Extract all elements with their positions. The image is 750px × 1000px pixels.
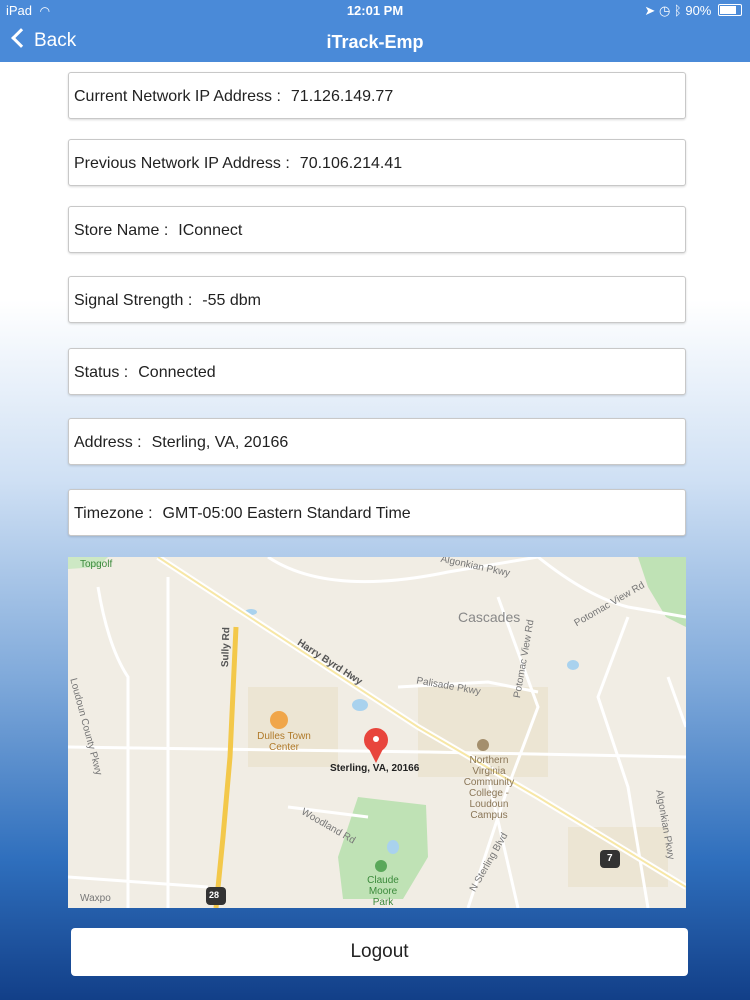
current-ip-field: Current Network IP Address : 71.126.149.7… [68,72,686,119]
address-field: Address : Sterling, VA, 20166 [68,418,686,465]
map-label: Waxpo [80,893,111,904]
shopping-icon [270,711,288,729]
page-title: iTrack-Emp [326,32,424,52]
field-label: Current Network IP Address : [74,88,281,105]
map-label: Northern Virginia Community College - Lo… [463,755,515,821]
nav-bar: Back iTrack-Emp [0,22,750,62]
field-label: Address : [74,434,142,451]
alarm-icon: ◷ [658,3,671,18]
field-label: Status : [74,364,129,381]
field-value: 70.106.214.41 [299,155,403,172]
field-value: 71.126.149.77 [290,88,394,105]
previous-ip-field: Previous Network IP Address : 70.106.214.… [68,139,686,186]
status-bar: iPad ◠ 12:01 PM ➤ ◷ ᛒ 90% [0,0,750,22]
map-label: Cascades [458,609,521,625]
location-pin-icon [364,728,388,763]
signal-strength-field: Signal Strength : -55 dbm [68,276,686,323]
status-right: ➤ ◷ ᛒ 90% [644,3,742,19]
field-label: Signal Strength : [74,292,193,309]
status-field: Status : Connected [68,348,686,395]
status-time: 12:01 PM [346,3,404,18]
map-label: Sully Rd [220,627,233,668]
water-body [567,660,579,670]
location-icon: ➤ [644,3,656,18]
battery-icon [718,4,742,16]
field-label: Store Name : [74,222,169,239]
road [666,676,686,728]
pin-label: Sterling, VA, 20166 [330,763,420,774]
field-label: Previous Network IP Address : [74,155,290,172]
commercial-area [248,687,338,767]
timezone-field: Timezone : GMT-05:00 Eastern Standard Tim… [68,489,686,536]
park-icon [375,860,387,872]
field-value: -55 dbm [202,292,261,309]
map-label: Dulles Town Center [257,731,311,753]
route-7-label: 7 [607,853,613,864]
water-body [387,840,399,854]
field-value: GMT-05:00 Eastern Standard Time [162,505,411,522]
highway [213,626,239,908]
field-label: Timezone : [74,505,153,522]
store-name-field: Store Name : IConnect [68,206,686,253]
road [68,875,209,889]
route-28-label: 28 [209,890,220,900]
field-value: IConnect [178,222,243,239]
field-value: Sterling, VA, 20166 [151,434,289,451]
map-label: Topgolf [80,559,113,570]
battery-percent: 90% [685,3,712,18]
logout-button[interactable]: Logout [71,928,688,976]
water-body [352,699,368,711]
map-label: Claude Moore Park [367,875,399,908]
bluetooth-icon: ᛒ [673,3,682,18]
map-view[interactable]: Topgolf Algonkian Pkwy Cascades Potomac … [68,557,686,908]
field-value: Connected [138,364,216,381]
college-icon [477,739,489,751]
